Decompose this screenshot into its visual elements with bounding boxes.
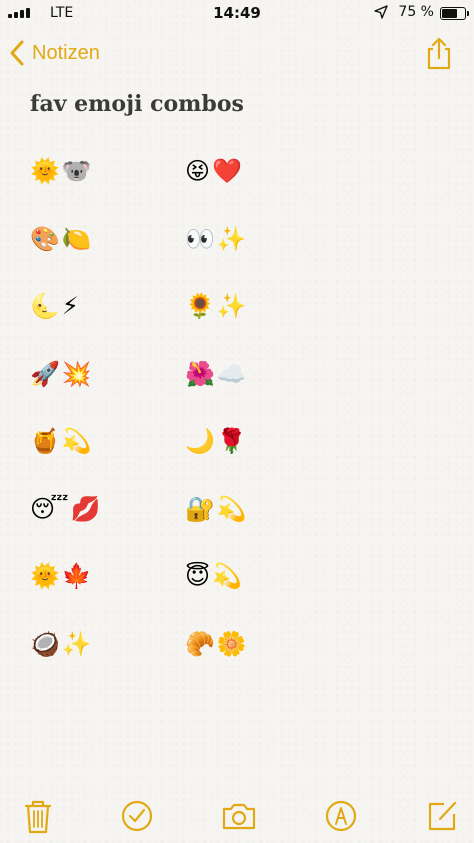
status-bar: LTE 14:49 75 % — [0, 0, 474, 28]
note-background — [0, 0, 474, 843]
emoji-combo-right: 🌺☁️ — [185, 360, 249, 388]
battery-icon — [440, 7, 469, 20]
emoji-combo-left: 🌜⚡ — [30, 292, 81, 320]
battery-level-fill — [442, 9, 457, 18]
emoji-combo-right: 😇💫 — [185, 562, 244, 590]
share-button[interactable] — [424, 36, 454, 70]
emoji-combo-left: 🌞🍁 — [30, 562, 94, 590]
emoji-combo-left: 😴💋 — [30, 495, 103, 523]
emoji-combo-right: 🥐🌼 — [185, 630, 249, 658]
emoji-combo-left: 🚀💥 — [30, 360, 94, 388]
checklist-button[interactable] — [117, 796, 157, 836]
battery-percentage: 75 % — [398, 4, 434, 20]
emoji-combo-left: 🥥✨ — [30, 630, 94, 658]
location-arrow-icon — [374, 5, 388, 19]
emoji-combo-left: 🎨🍋 — [30, 225, 94, 253]
back-button[interactable]: Notizen — [8, 36, 100, 70]
chevron-left-icon — [10, 40, 24, 66]
trash-icon — [24, 800, 52, 834]
emoji-combo-left: 🌞🐨 — [30, 157, 94, 185]
emoji-combo-right: 🌻✨ — [185, 292, 249, 320]
emoji-combo-right: 😝❤️ — [185, 157, 244, 185]
emoji-combo-left: 🍯💫 — [30, 427, 94, 455]
markup-icon — [325, 800, 357, 832]
markup-button[interactable] — [321, 796, 361, 836]
note-title[interactable]: fav emoji combos — [30, 91, 244, 117]
back-button-label: Notizen — [32, 41, 100, 64]
compose-button[interactable] — [422, 796, 462, 836]
share-icon — [427, 37, 451, 70]
emoji-combo-right: 👀✨ — [185, 225, 249, 253]
emoji-combo-right: 🔐💫 — [185, 495, 249, 523]
camera-icon — [222, 803, 256, 830]
camera-button[interactable] — [219, 796, 259, 836]
compose-icon — [428, 801, 457, 831]
delete-button[interactable] — [18, 796, 58, 836]
emoji-combo-right: 🌙🌹 — [185, 427, 249, 455]
checklist-icon — [121, 800, 153, 832]
